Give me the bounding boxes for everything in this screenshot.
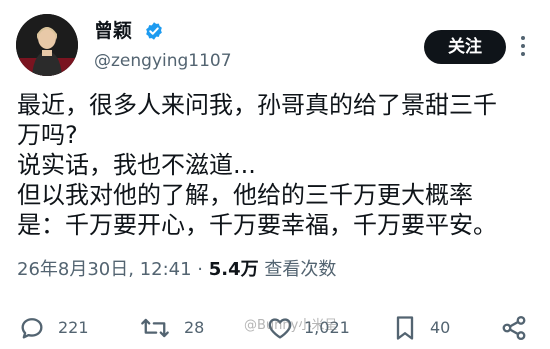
more-options-icon[interactable] (516, 36, 530, 58)
reply-icon (21, 318, 43, 339)
tweet-line: 说实话，我也不滋道... (17, 151, 256, 179)
avatar-photo-icon (16, 14, 78, 76)
retweet-icon (141, 318, 169, 338)
reply-count: 221 (58, 318, 89, 337)
tweet-header: 曾颖 @zengying1107 关注 (16, 14, 536, 78)
bookmark-button[interactable]: 40 (392, 310, 472, 346)
share-button[interactable] (500, 310, 530, 346)
user-handle[interactable]: @zengying1107 (94, 51, 232, 71)
tweet-line: 是：千万要开心，千万要幸福，千万要平安。 (17, 211, 497, 239)
display-name[interactable]: 曾颖 (94, 20, 132, 42)
tweet-text: 最近，很多人来问我，孙哥真的给了景甜三千 万吗? 说实话，我也不滋道... 但以… (17, 90, 537, 240)
views-label: 查看次数 (258, 259, 337, 280)
tweet-line: 万吗? (17, 121, 78, 149)
tweet-meta: 26年8月30日, 12:41 · 5.4万 查看次数 (17, 258, 336, 282)
bookmark-icon (396, 316, 414, 340)
bookmark-count: 40 (430, 318, 451, 337)
reply-button[interactable]: 221 (18, 310, 108, 346)
tweet-line: 但以我对他的了解，他给的三千万更大概率 (17, 181, 473, 209)
avatar[interactable] (16, 14, 78, 76)
tweet-line: 最近，很多人来问我，孙哥真的给了景甜三千 (17, 91, 497, 119)
retweet-button[interactable]: 28 (140, 310, 230, 346)
views-count: 5.4万 (208, 259, 259, 280)
retweet-count: 28 (184, 318, 205, 337)
verified-badge-icon (146, 22, 162, 40)
share-icon (502, 315, 526, 341)
watermark-text: @Bunny小米呈 (244, 318, 338, 333)
follow-button[interactable]: 关注 (424, 30, 506, 64)
timestamp[interactable]: 26年8月30日, 12:41 · (17, 259, 209, 280)
